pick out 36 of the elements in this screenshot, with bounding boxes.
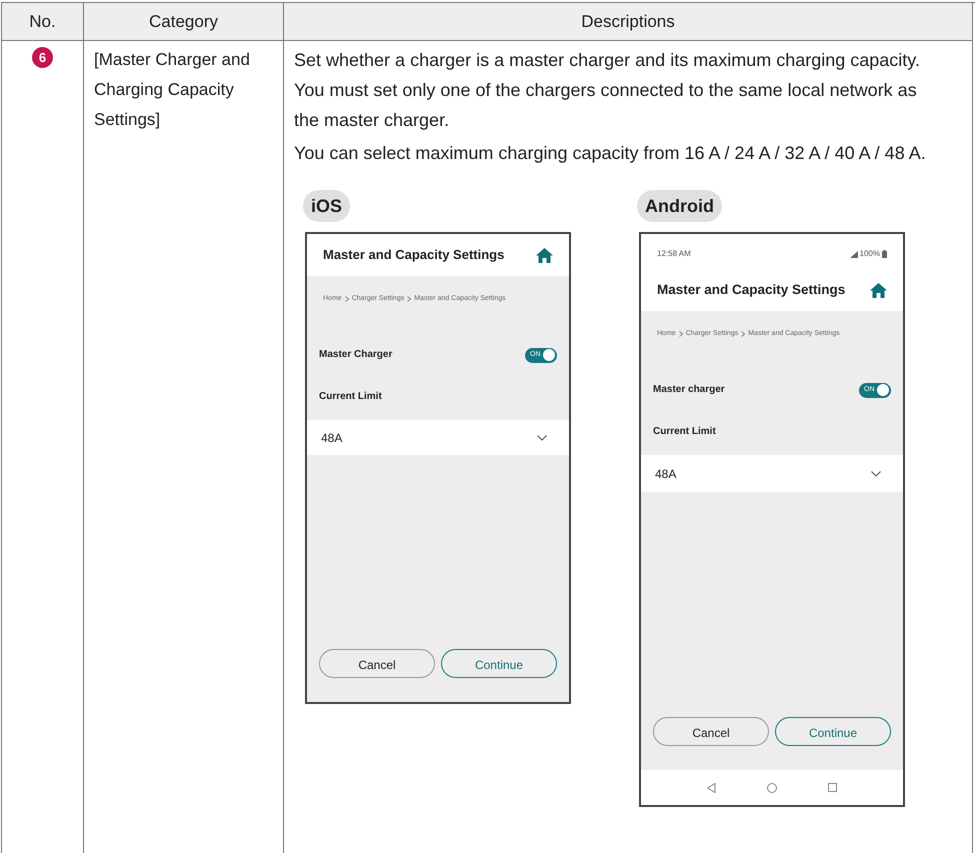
chevron-right-icon (407, 296, 412, 302)
toggle-label: Master Charger (319, 348, 392, 362)
status-time: 12:58 AM (657, 248, 691, 260)
dropdown-field[interactable]: 48A (307, 420, 569, 455)
back-icon[interactable] (706, 782, 716, 792)
battery-level: 100% (860, 248, 880, 260)
continue-button[interactable]: Continue (441, 649, 557, 678)
chevron-down-icon (871, 470, 881, 476)
home-icon[interactable] (536, 248, 553, 262)
cancel-button[interactable]: Cancel (319, 649, 435, 678)
field-label: Current Limit (318, 390, 383, 404)
description-text: You can select maximum charging capacity from 16 A / 24 A / 32 A / 40 A / 48 A. (294, 142, 927, 165)
category-text: [Master Charger and Charging Capacity Settings] (94, 50, 250, 129)
step-number: 6 (32, 47, 53, 68)
recents-icon[interactable] (828, 783, 838, 792)
screen-title: Master and Capacity Settings (323, 246, 504, 264)
chevron-down-icon (537, 434, 547, 440)
platform-label: iOS (303, 190, 350, 222)
signal-icon (850, 250, 858, 258)
column-header: Descriptions (284, 3, 973, 41)
home-icon[interactable] (870, 282, 887, 298)
platform-label: Android (637, 190, 722, 222)
chevron-right-icon (344, 296, 349, 302)
home-circle-icon[interactable] (766, 782, 777, 792)
column-header: No. (2, 3, 84, 41)
battery-icon (882, 250, 887, 258)
dropdown-field[interactable]: 48A (641, 455, 903, 492)
chevron-right-icon (678, 331, 683, 337)
chevron-right-icon (741, 331, 746, 337)
screen-title: Master and Capacity Settings (657, 281, 846, 299)
column-header: Category (84, 3, 284, 41)
cancel-button[interactable]: Cancel (653, 717, 769, 746)
toggle-label: Master charger (653, 383, 725, 397)
field-label: Current Limit (652, 425, 717, 439)
continue-button[interactable]: Continue (775, 717, 891, 746)
description-text: Set whether a charger is a master charger and its maximum charging capacity. You must set only one of the chargers connected to the same local network as the master charger. (294, 49, 921, 132)
